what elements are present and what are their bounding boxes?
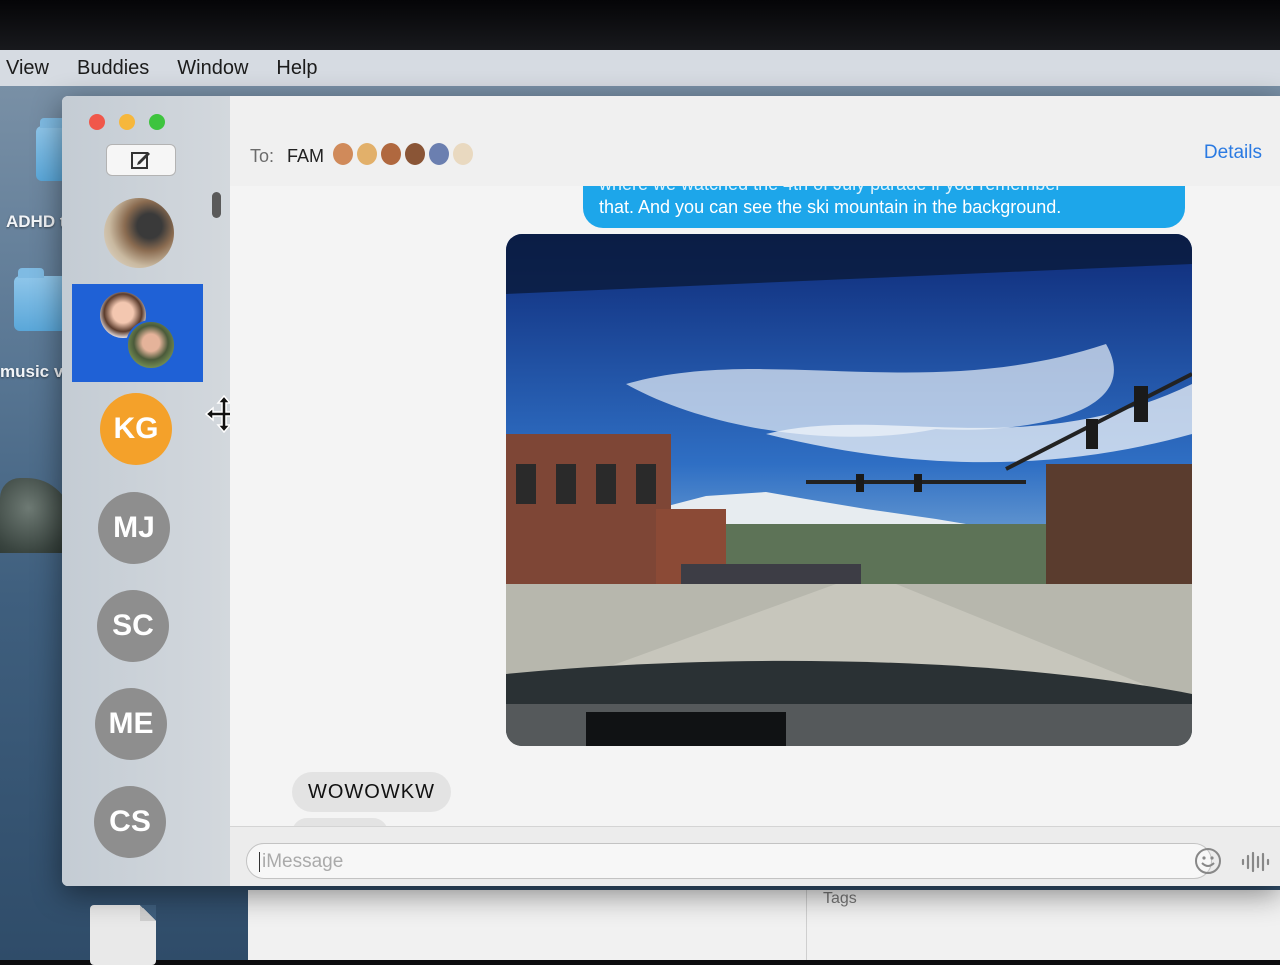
to-label: To: bbox=[250, 146, 275, 166]
background-window: Tags bbox=[248, 890, 1280, 960]
message-input-placeholder: iMessage bbox=[262, 851, 344, 872]
emoji-person-icon bbox=[381, 143, 401, 165]
outgoing-message-bubble[interactable]: where we watched the 4th of July parade … bbox=[583, 186, 1185, 228]
emoji-picker-icon[interactable] bbox=[1194, 847, 1222, 875]
recipient-emojis bbox=[333, 143, 473, 165]
emoji-person-icon bbox=[405, 143, 425, 165]
menu-buddies[interactable]: Buddies bbox=[65, 57, 161, 80]
menu-view[interactable]: View bbox=[0, 57, 61, 80]
messages-window: KG MJ SC ME CS To: FAM Details where we … bbox=[62, 96, 1280, 886]
emoji-dog-icon bbox=[453, 143, 473, 165]
document-icon[interactable] bbox=[90, 905, 156, 965]
emoji-person-icon bbox=[333, 143, 353, 165]
details-button[interactable]: Details bbox=[1204, 142, 1262, 164]
recipient-name[interactable]: FAM bbox=[287, 146, 324, 167]
photo-attachment[interactable] bbox=[506, 234, 1192, 746]
conversation-avatar-photo[interactable] bbox=[104, 198, 174, 268]
menu-window[interactable]: Window bbox=[165, 57, 260, 80]
close-window-icon[interactable] bbox=[89, 114, 105, 130]
conversation-avatar-kg[interactable]: KG bbox=[100, 393, 172, 465]
message-input[interactable]: iMessage bbox=[246, 843, 1212, 879]
group-avatar-2 bbox=[126, 320, 176, 370]
conversation-row-selected[interactable] bbox=[72, 284, 203, 382]
sidebar-scrollbar[interactable] bbox=[212, 192, 221, 218]
tags-label: Tags bbox=[823, 890, 857, 907]
menu-help[interactable]: Help bbox=[264, 57, 329, 80]
conversation-sidebar: KG MJ SC ME CS bbox=[62, 96, 244, 886]
conversation-header: To: FAM Details bbox=[230, 96, 1280, 186]
message-transcript: where we watched the 4th of July parade … bbox=[230, 186, 1280, 826]
message-text-line: that. And you can see the ski mountain i… bbox=[599, 197, 1062, 217]
text-caret bbox=[259, 851, 260, 872]
audio-message-icon[interactable] bbox=[1240, 851, 1270, 873]
compose-button[interactable] bbox=[106, 144, 176, 176]
conversation-avatar-me[interactable]: ME bbox=[95, 688, 167, 760]
compose-bar: iMessage bbox=[230, 826, 1280, 886]
minimize-window-icon[interactable] bbox=[119, 114, 135, 130]
conversation-avatar-sc[interactable]: SC bbox=[97, 590, 169, 662]
zoom-window-icon[interactable] bbox=[149, 114, 165, 130]
emoji-person-icon bbox=[357, 143, 377, 165]
conversation-avatar-mj[interactable]: MJ bbox=[98, 492, 170, 564]
divider bbox=[806, 890, 807, 960]
conversation-avatar-cs[interactable]: CS bbox=[94, 786, 166, 858]
incoming-message-bubble[interactable]: WOWOWKW bbox=[292, 772, 451, 812]
emoji-person-icon bbox=[429, 143, 449, 165]
menu-bar: View Buddies Window Help bbox=[0, 50, 1280, 86]
incoming-message-bubble-partial[interactable] bbox=[292, 818, 388, 826]
compose-icon bbox=[131, 152, 150, 169]
monitor-bezel bbox=[0, 0, 1280, 55]
